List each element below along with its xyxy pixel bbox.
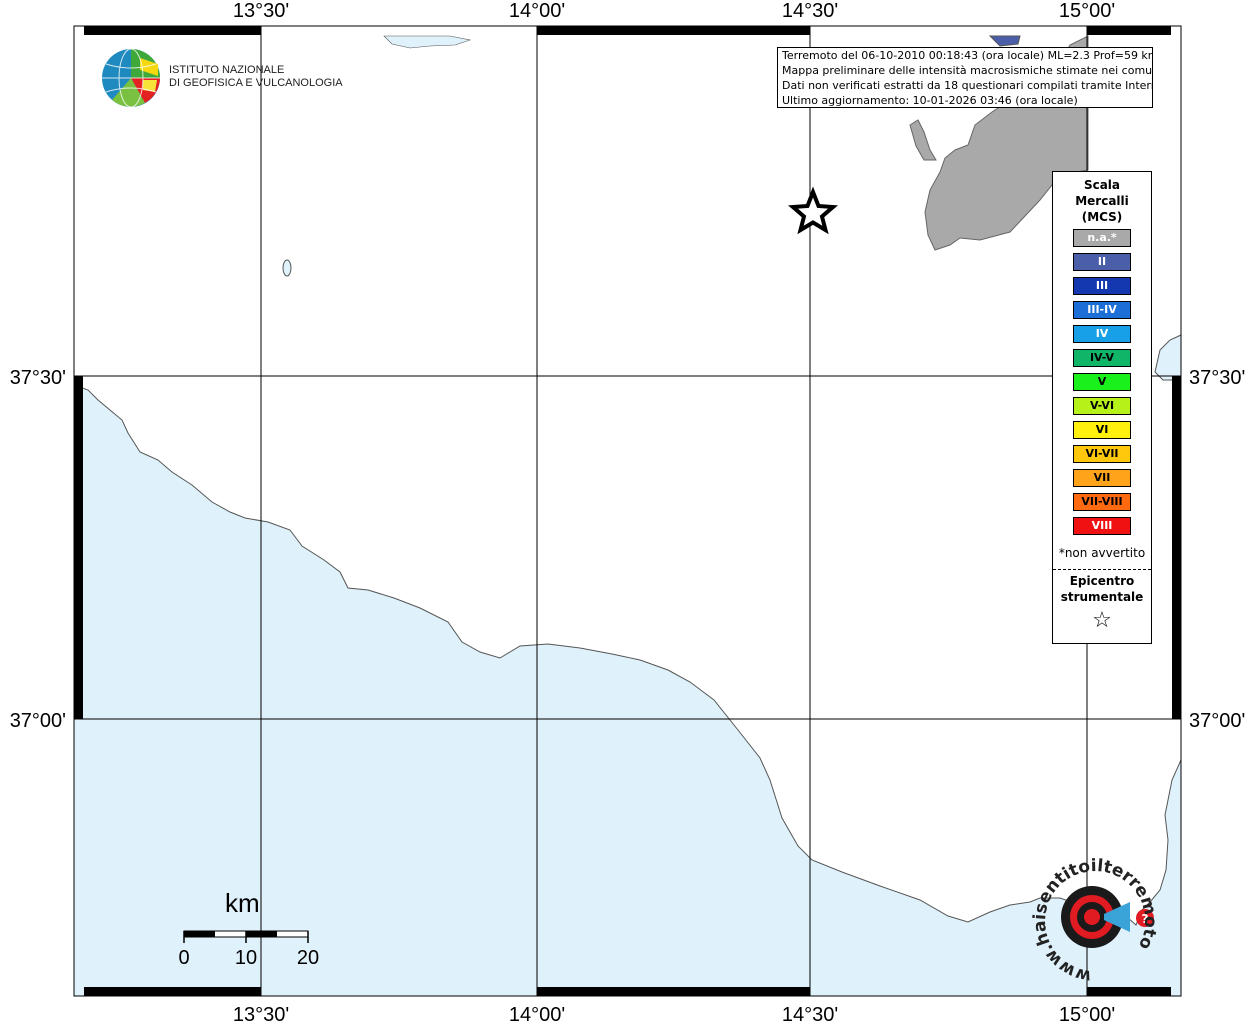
legend-item: IV [1073,325,1131,343]
legend-note: *non avvertito [1058,546,1146,560]
legend-item: III-IV [1073,301,1131,319]
legend-epicenter-label: Epicentro strumentale [1053,573,1151,605]
legend-item: n.a.* [1073,229,1131,247]
scale-tick-10: 10 [235,947,257,969]
lon-label-top-4: 15°00' [1059,0,1115,22]
info-line-1: Terremoto del 06-10-2010 00:18:43 (ora l… [782,49,1153,62]
mcs-legend: Scala Mercalli (MCS) n.a.* II III III-IV IV I… [1052,171,1152,644]
lat-label-right-1: 37°30' [1189,367,1245,389]
legend-separator [1053,569,1151,570]
lon-label-top-1: 13°30' [233,0,289,22]
scale-tick-0: 0 [178,947,189,969]
lon-label-bottom-1: 13°30' [233,1004,289,1024]
ingv-logo-icon [102,48,160,108]
island [282,259,292,277]
legend-star-icon: ☆ [1092,608,1112,633]
legend-item: VI [1073,421,1131,439]
event-info-box: Terremoto del 06-10-2010 00:18:43 (ora l… [777,47,1153,108]
legend-item: VIII [1073,517,1131,535]
legend-item: VII-VIII [1073,493,1131,511]
legend-title-3: (MCS) [1081,210,1123,224]
legend-item: VII [1073,469,1131,487]
scale-unit-label: km [225,888,260,918]
lon-label-bottom-4: 15°00' [1059,1004,1115,1024]
ingv-logo-text: ISTITUTO NAZIONALE DI GEOFISICA E VULCAN… [169,64,343,90]
info-line-3: Dati non verificati estratti da 18 quest… [782,79,1153,92]
lat-label-right-2: 37°00' [1189,710,1245,732]
lon-label-bottom-2: 14°00' [509,1004,565,1024]
legend-epicenter-2: strumentale [1060,590,1144,604]
lon-label-bottom-3: 14°30' [782,1004,838,1024]
legend-item: III [1073,277,1131,295]
legend-item: VI-VII [1073,445,1131,463]
legend-item: II [1073,253,1131,271]
legend-item: V [1073,373,1131,391]
info-line-2: Mappa preliminare delle intensità macros… [782,64,1153,77]
legend-title: Scala Mercalli (MCS) [1053,177,1151,225]
lat-label-left-1: 37°30' [10,367,66,389]
lat-label-left-2: 37°00' [10,710,66,732]
lon-label-top-3: 14°30' [782,0,838,22]
legend-item: V-VI [1073,397,1131,415]
lon-label-top-2: 14°00' [509,0,565,22]
scale-tick-20: 20 [297,947,319,969]
ingv-line-1: ISTITUTO NAZIONALE [169,64,285,76]
info-line-4: Ultimo aggiornamento: 10-01-2026 03:46 (… [782,94,1078,107]
legend-epicenter-1: Epicentro [1069,574,1135,588]
legend-title-2: Mercalli [1075,194,1129,208]
ingv-line-2: DI GEOFISICA E VULCANOLOGIA [169,77,343,89]
legend-title-1: Scala [1083,178,1121,192]
legend-item: IV-V [1073,349,1131,367]
